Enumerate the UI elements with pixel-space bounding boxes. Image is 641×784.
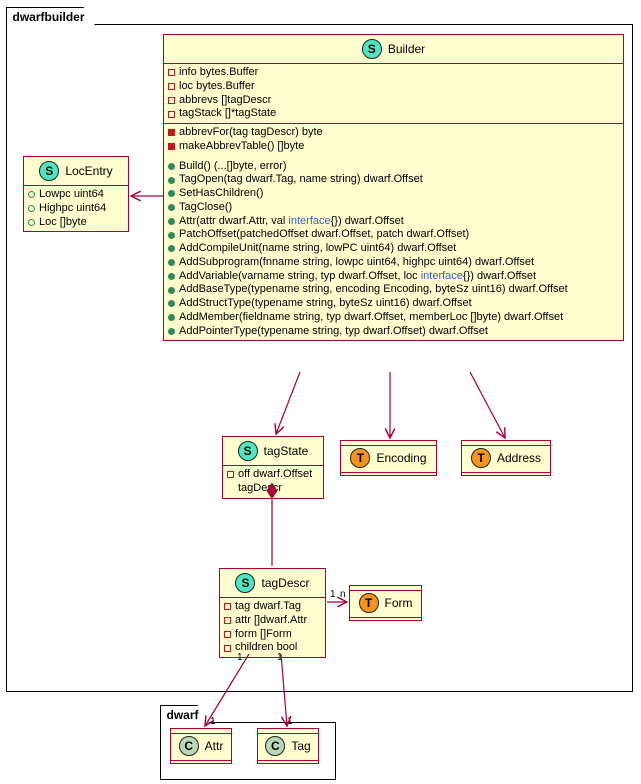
field-row: Loc []byte [28,216,124,230]
class-form-title: Form [385,596,413,610]
class-tagdescr-title: tagDescr [261,576,309,590]
field-row: attr []dwarf.Attr [224,614,321,628]
field-row: off dwarf.Offset [227,468,319,482]
class-encoding-title: Encoding [376,451,426,465]
class-tagstate-title: tagState [264,444,309,458]
class-builder: S Builder info bytes.Bufferloc bytes.Buf… [163,34,624,341]
class-tagdescr: S tagDescr tag dwarf.Tagattr []dwarf.Att… [219,568,326,658]
struct-icon: S [362,39,382,59]
cardinality-label: 1 [237,652,243,663]
class-builder-title: Builder [388,42,425,56]
field-row: Lowpc uint64 [28,188,124,202]
package-dwarfbuilder-label: dwarfbuilder [6,7,96,26]
class-attr: C Attr [170,728,232,764]
package-dwarf-label: dwarf [160,705,210,724]
method-row: TagClose() [168,201,619,215]
method-row: Attr(attr dwarf.Attr, val interface{}) d… [168,215,619,229]
field-row: info bytes.Buffer [168,66,619,80]
class-encoding: T Encoding [340,440,437,476]
class-attr-title: Attr [205,739,224,753]
class-locentry-title: LocEntry [65,164,112,178]
method-row: PatchOffset(patchedOffset dwarf.Offset, … [168,228,619,242]
class-form: T Form [349,585,422,621]
method-row: abbrevFor(tag tagDescr) byte [168,126,619,140]
method-row: makeAbbrevTable() []byte [168,140,619,154]
method-row: AddCompileUnit(name string, lowPC uint64… [168,242,619,256]
class-icon: C [265,736,285,756]
struct-icon: S [235,573,255,593]
method-row: SetHasChildren() [168,187,619,201]
method-row: TagOpen(tag dwarf.Tag, name string) dwar… [168,173,619,187]
cardinality-label: 1 [277,652,283,663]
struct-icon: S [238,441,258,461]
class-locentry: S LocEntry Lowpc uint64Highpc uint64Loc … [23,156,129,232]
field-row: form []Form [224,628,321,642]
class-icon: C [179,736,199,756]
cardinality-label: n [340,589,346,600]
class-tagstate: S tagState off dwarf.OffsettagDescr [222,436,324,499]
method-row: AddStructType(typename string, byteSz ui… [168,297,619,311]
method-row: AddSubprogram(fnname string, lowpc uint6… [168,256,619,270]
class-tag: C Tag [257,728,319,764]
type-icon: T [359,593,379,613]
field-row: tagStack []*tagState [168,107,619,121]
method-row: Build() (...[]byte, error) [168,160,619,174]
cardinality-label: 1 [330,589,336,600]
field-row: tag dwarf.Tag [224,600,321,614]
field-row: tagDescr [227,482,319,496]
method-row: AddMember(fieldname string, typ dwarf.Of… [168,311,619,325]
type-icon: T [350,448,370,468]
diagram-canvas: dwarfbuilder dwarf S Builder info bytes.… [0,0,641,784]
method-row: AddVariable(varname string, typ dwarf.Of… [168,270,619,284]
class-address: T Address [461,440,551,476]
struct-icon: S [39,161,59,181]
type-icon: T [471,448,491,468]
cardinality-label: 1 [210,716,216,727]
class-address-title: Address [497,451,541,465]
field-row: Highpc uint64 [28,202,124,216]
method-row: AddPointerType(typename string, typ dwar… [168,325,619,339]
cardinality-label: 1 [287,716,293,727]
field-row: loc bytes.Buffer [168,80,619,94]
method-row: AddBaseType(typename string, encoding En… [168,283,619,297]
field-row: abbrevs []tagDescr [168,94,619,108]
class-tag-title: Tag [291,739,310,753]
